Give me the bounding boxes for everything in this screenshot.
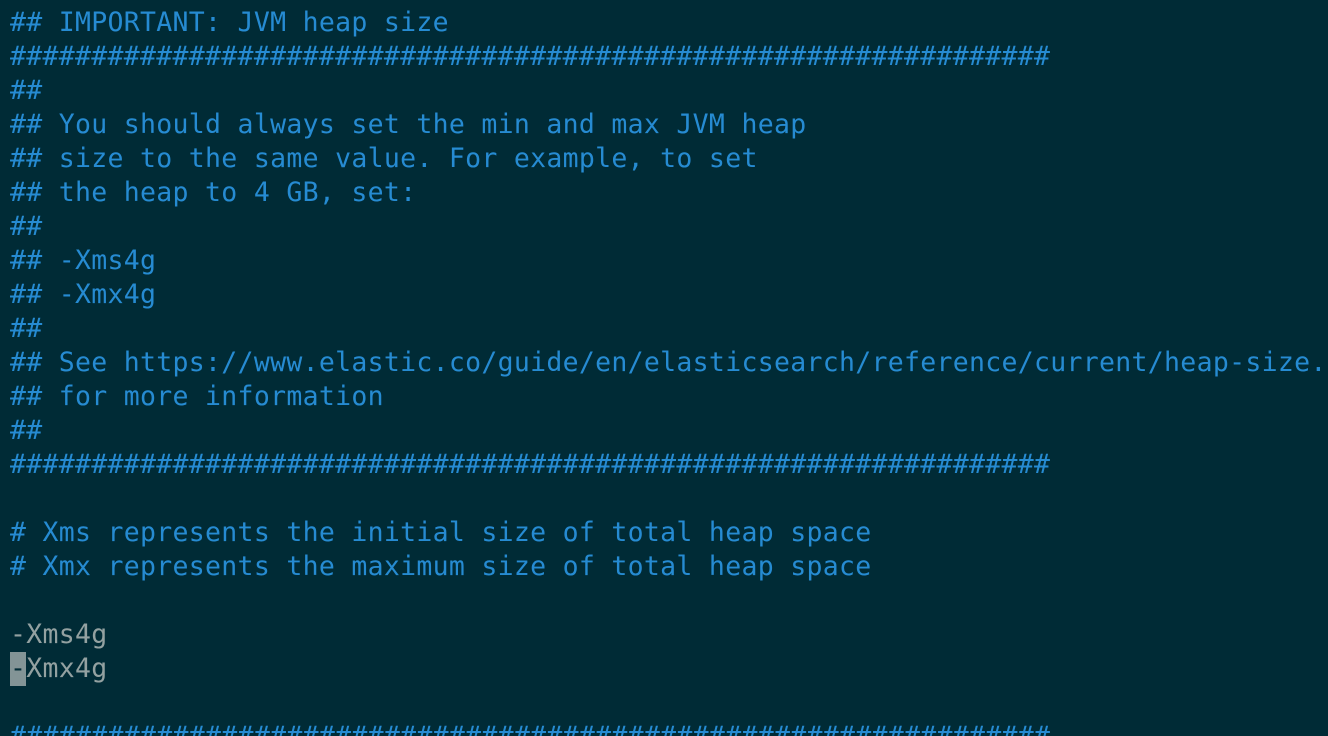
- comment-line: # Xmx represents the maximum size of tot…: [10, 551, 872, 582]
- comment-line: ##: [10, 211, 43, 242]
- comment-line: ## the heap to 4 GB, set:: [10, 177, 417, 208]
- comment-separator: ########################################…: [10, 449, 1051, 480]
- comment-line: ##: [10, 75, 43, 106]
- jvm-option-line: -Xms4g: [10, 619, 108, 650]
- comment-line: # Xms represents the initial size of tot…: [10, 517, 872, 548]
- comment-line: ## for more information: [10, 381, 384, 412]
- comment-line: ## size to the same value. For example, …: [10, 143, 758, 174]
- comment-line: ## -Xmx4g: [10, 279, 157, 310]
- comment-separator: ########################################…: [10, 720, 1328, 736]
- current-line-text: Xmx4g: [26, 653, 108, 684]
- comment-line: ## -Xms4g: [10, 245, 157, 276]
- comment-url-line: ## See https://www.elastic.co/guide/en/e…: [10, 347, 1328, 378]
- comment-line: ## You should always set the min and max…: [10, 109, 807, 140]
- terminal-editor[interactable]: ## IMPORTANT: JVM heap size ############…: [0, 0, 1328, 736]
- comment-line: ##: [10, 415, 43, 446]
- text-cursor: -: [10, 652, 27, 686]
- comment-separator: ########################################…: [10, 41, 1051, 72]
- comment-line: ##: [10, 313, 43, 344]
- comment-line: ## IMPORTANT: JVM heap size: [10, 7, 449, 38]
- jvm-option-line-current[interactable]: -Xmx4g: [10, 652, 1328, 686]
